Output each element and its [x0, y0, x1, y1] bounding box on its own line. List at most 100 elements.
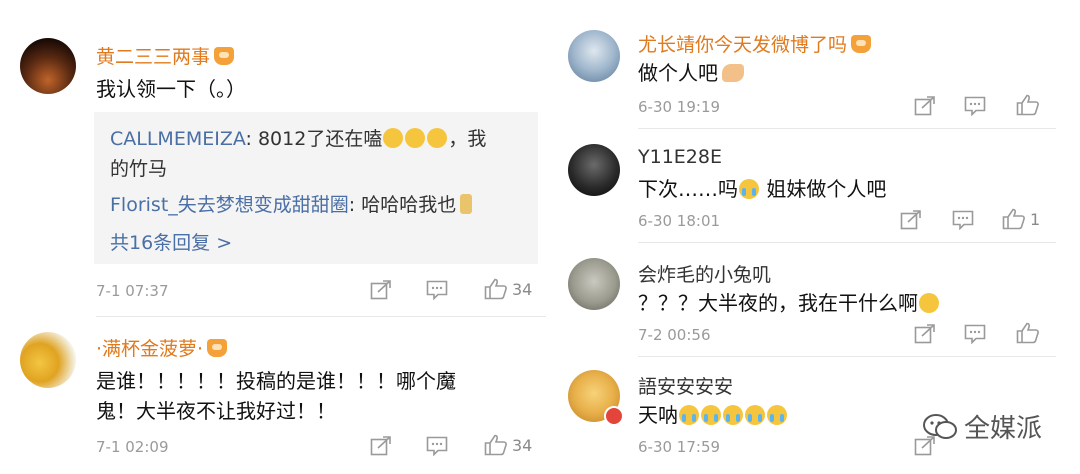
username[interactable]: 黄二三三两事 — [96, 42, 235, 69]
reply-username[interactable]: Florist_失去梦想变成甜甜圈 — [110, 194, 349, 216]
verified-badge-icon — [604, 406, 624, 426]
share-button[interactable] — [914, 324, 936, 344]
sleepy-emoji-icon — [383, 128, 404, 148]
thumbs-up-icon — [1016, 322, 1039, 344]
reply-line: CALLMEMEIZA: 8012了还在嗑 ，我 — [110, 124, 486, 154]
comment-time: 6-30 18:01 — [638, 212, 721, 230]
username[interactable]: 尤长靖你今天发微博了吗 — [638, 30, 872, 57]
comment-text-span: 下次……吗 — [638, 177, 738, 201]
comment-icon — [426, 280, 448, 300]
user-avatar[interactable] — [568, 30, 620, 82]
hands-emoji-icon — [722, 64, 744, 82]
share-icon — [914, 324, 935, 344]
reply-colon: : — [348, 194, 362, 216]
crying-emoji-icon — [739, 179, 759, 199]
reply-text: 哈哈哈我也 — [361, 194, 457, 216]
username[interactable]: 会炸毛的小兔叽 — [638, 260, 771, 287]
watermark: 全媒派 — [922, 408, 1042, 445]
reply-text-continued: 的竹马 — [110, 158, 168, 180]
share-icon — [914, 96, 935, 116]
comment-text-span: 天呐 — [638, 403, 678, 427]
left-comment-column: 黄二三三两事 我认领一下（。） CALLMEMEIZA: 8012了还在嗑 ，我 … — [0, 0, 560, 474]
crying-emoji-icon — [679, 405, 699, 425]
username[interactable]: Y11E28E — [638, 146, 722, 168]
comment-text: 做个人吧 — [638, 56, 744, 90]
comment-time: 6-30 19:19 — [638, 98, 721, 116]
username[interactable]: 語安安安安 — [638, 372, 733, 399]
like-count: 1 — [1030, 209, 1041, 229]
divider — [96, 316, 546, 317]
comment-item: ·满杯金菠萝· 是谁！！！！！投稿的是谁！！！哪个魔 鬼！大半夜不让我好过！！ … — [0, 320, 560, 474]
reply-username[interactable]: CALLMEMEIZA — [110, 128, 246, 150]
sleepy-emoji-icon — [427, 128, 448, 148]
reply-box[interactable]: CALLMEMEIZA: 8012了还在嗑 ，我 的竹马 Florist_失去梦想… — [94, 112, 538, 264]
figure-emoji-icon — [460, 194, 473, 214]
share-button[interactable] — [370, 436, 392, 456]
comment-text: 天呐 — [638, 398, 788, 432]
thumbs-up-icon — [1002, 208, 1025, 230]
comment-time: 6-30 17:59 — [638, 438, 721, 456]
reply-colon: : — [245, 128, 258, 150]
comment-text-line: 鬼！大半夜不让我好过！！ — [96, 399, 336, 423]
comment-time: 7-1 07:37 — [96, 282, 169, 300]
more-replies-link[interactable]: 共16条回复 > — [110, 228, 232, 255]
reply-button[interactable] — [964, 96, 986, 116]
like-button[interactable]: 34 — [484, 278, 532, 300]
reply-text: 8012了还在嗑 — [257, 128, 383, 150]
puzzled-emoji-icon — [919, 293, 939, 313]
share-icon — [370, 280, 391, 300]
username-text[interactable]: 黄二三三两事 — [96, 46, 210, 68]
reply-button[interactable] — [426, 436, 448, 456]
comment-text: 下次……吗 姐妹做个人吧 — [638, 172, 886, 206]
comment-time: 7-1 02:09 — [96, 438, 169, 456]
crying-emoji-icon — [723, 405, 743, 425]
crying-emoji-icon — [767, 405, 787, 425]
username-text[interactable]: 尤长靖你今天发微博了吗 — [638, 34, 847, 56]
share-button[interactable] — [370, 280, 392, 300]
vip-crown-icon — [214, 47, 235, 65]
user-avatar[interactable] — [20, 332, 76, 388]
reply-button[interactable] — [426, 280, 448, 300]
comment-item: 尤长靖你今天发微博了吗 做个人吧 6-30 19:19 — [560, 0, 1080, 128]
reply-button[interactable] — [964, 324, 986, 344]
crying-emoji-icon — [745, 405, 765, 425]
share-icon — [900, 210, 921, 230]
comment-text-span: ？？？大半夜的，我在干什么啊 — [638, 291, 918, 315]
like-button[interactable]: 34 — [484, 434, 532, 456]
like-count: 34 — [512, 279, 533, 299]
like-button[interactable] — [1016, 94, 1040, 116]
comment-text: ？？？大半夜的，我在干什么啊 — [638, 286, 940, 320]
share-button[interactable] — [900, 210, 922, 230]
sleepy-emoji-icon — [405, 128, 426, 148]
comment-icon — [952, 210, 974, 230]
like-count: 34 — [512, 435, 533, 455]
comment-text-span: 做个人吧 — [638, 61, 718, 85]
username[interactable]: ·满杯金菠萝· — [96, 334, 228, 361]
reply-text-tail: ，我 — [448, 128, 487, 150]
thumbs-up-icon — [484, 434, 507, 456]
reply-line: Florist_失去梦想变成甜甜圈: 哈哈哈我也 — [110, 190, 473, 220]
user-avatar[interactable] — [568, 144, 620, 196]
comment-item: 黄二三三两事 我认领一下（。） CALLMEMEIZA: 8012了还在嗑 ，我 … — [0, 0, 560, 320]
like-button[interactable] — [1016, 322, 1040, 344]
comment-text-span: 姐妹做个人吧 — [766, 177, 887, 201]
comment-text: 我认领一下（。） — [96, 77, 246, 101]
like-button[interactable]: 1 — [1002, 208, 1040, 230]
username-text[interactable]: ·满杯金菠萝· — [96, 338, 203, 360]
comment-icon — [964, 96, 986, 116]
thumbs-up-icon — [484, 278, 507, 300]
comment-icon — [964, 324, 986, 344]
user-avatar[interactable] — [568, 258, 620, 310]
watermark-text: 全媒派 — [964, 414, 1043, 444]
vip-crown-icon — [207, 339, 228, 357]
comment-icon — [426, 436, 448, 456]
user-avatar[interactable] — [20, 38, 76, 94]
comment-item: Y11E28E 下次……吗 姐妹做个人吧 6-30 18:01 1 — [560, 128, 1080, 242]
comment-time: 7-2 00:56 — [638, 326, 711, 344]
share-icon — [370, 436, 391, 456]
wechat-icon — [923, 413, 957, 439]
reply-button[interactable] — [952, 210, 974, 230]
thumbs-up-icon — [1016, 94, 1039, 116]
share-button[interactable] — [914, 96, 936, 116]
vip-crown-icon — [851, 35, 872, 53]
